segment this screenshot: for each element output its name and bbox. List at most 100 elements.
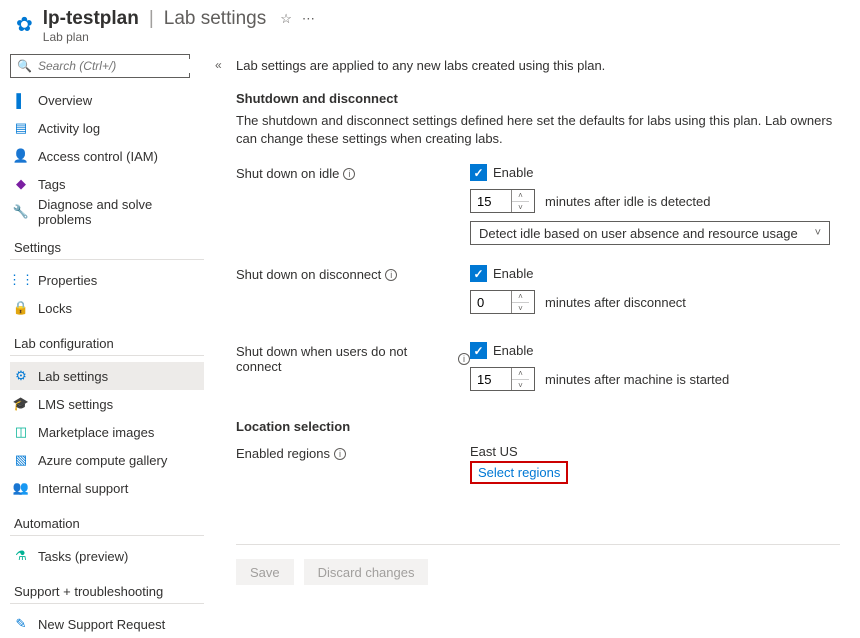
sidebar-item-tasks[interactable]: ⚗ Tasks (preview): [10, 542, 204, 570]
lock-icon: 🔒: [14, 301, 28, 315]
footer-toolbar: Save Discard changes: [236, 544, 840, 585]
resource-type: Lab plan: [43, 30, 844, 44]
sidebar-item-diagnose[interactable]: 🔧 Diagnose and solve problems: [10, 198, 204, 226]
row-shutdown-disconnect: Shut down on disconnect i ✓ Enable ˄ ˅: [236, 265, 840, 322]
noconnect-label: Shut down when users do not connect: [236, 344, 454, 374]
sidebar-item-new-support[interactable]: ✎ New Support Request: [10, 610, 204, 638]
idle-enable-checkbox[interactable]: ✓: [470, 164, 487, 181]
sidebar-label: Overview: [38, 93, 92, 108]
enable-label: Enable: [493, 266, 533, 281]
sidebar-label: Marketplace images: [38, 425, 154, 440]
gallery-icon: ▧: [14, 453, 28, 467]
sidebar-item-internal-support[interactable]: 👥 Internal support: [10, 474, 204, 502]
disconnect-suffix: minutes after disconnect: [545, 295, 686, 310]
gear-icon: ✿: [16, 12, 33, 37]
row-shutdown-noconnect: Shut down when users do not connect i ✓ …: [236, 342, 840, 399]
discard-button[interactable]: Discard changes: [304, 559, 429, 585]
section-lab-config: Lab configuration: [14, 336, 204, 351]
save-button[interactable]: Save: [236, 559, 294, 585]
select-regions-link[interactable]: Select regions: [478, 465, 560, 480]
enable-label: Enable: [493, 343, 533, 358]
section-settings: Settings: [14, 240, 204, 255]
sidebar-label: Properties: [38, 273, 97, 288]
diagnose-icon: 🔧: [14, 205, 28, 219]
sidebar-item-lab-settings[interactable]: ⚙ Lab settings: [10, 362, 204, 390]
sidebar-label: Lab settings: [38, 369, 108, 384]
noconnect-suffix: minutes after machine is started: [545, 372, 729, 387]
sidebar-label: Internal support: [38, 481, 128, 496]
sidebar-label: Azure compute gallery: [38, 453, 167, 468]
log-icon: ▤: [14, 121, 28, 135]
favorite-icon[interactable]: ☆: [280, 11, 292, 27]
info-icon[interactable]: i: [458, 353, 470, 365]
location-heading: Location selection: [236, 419, 840, 434]
spinner-down-icon[interactable]: ˅: [512, 202, 529, 213]
regions-label: Enabled regions: [236, 446, 330, 461]
support-icon: 👥: [14, 481, 28, 495]
spinner-down-icon[interactable]: ˅: [512, 380, 529, 391]
lms-icon: 🎓: [14, 397, 28, 411]
support-request-icon: ✎: [14, 617, 28, 631]
sidebar-label: Tasks (preview): [38, 549, 128, 564]
info-icon[interactable]: i: [385, 269, 397, 281]
row-shutdown-idle: Shut down on idle i ✓ Enable ˄ ˅: [236, 164, 840, 245]
select-regions-highlight: Select regions: [470, 461, 568, 484]
tasks-icon: ⚗: [14, 549, 28, 563]
chevron-down-icon: ˅: [815, 227, 821, 239]
sidebar-item-properties[interactable]: ⋮⋮ Properties: [10, 266, 204, 294]
marketplace-icon: ◫: [14, 425, 28, 439]
disconnect-minutes-input[interactable]: ˄ ˅: [470, 290, 535, 314]
section-support: Support + troubleshooting: [14, 584, 204, 599]
section-automation: Automation: [14, 516, 204, 531]
tags-icon: ◆: [14, 177, 28, 191]
noconnect-minutes-input[interactable]: ˄ ˅: [470, 367, 535, 391]
idle-minutes-input[interactable]: ˄ ˅: [470, 189, 535, 213]
spinner-up-icon[interactable]: ˄: [512, 368, 529, 380]
sidebar-label: Activity log: [38, 121, 100, 136]
resource-name: lp-testplan: [43, 8, 139, 30]
noconnect-enable-checkbox[interactable]: ✓: [470, 342, 487, 359]
disconnect-enable-checkbox[interactable]: ✓: [470, 265, 487, 282]
sidebar-item-marketplace[interactable]: ◫ Marketplace images: [10, 418, 204, 446]
search-input[interactable]: 🔍: [10, 54, 190, 78]
idle-label: Shut down on idle: [236, 166, 339, 181]
intro-text: Lab settings are applied to any new labs…: [236, 58, 840, 73]
settings-icon: ⚙: [14, 369, 28, 383]
sidebar-label: Locks: [38, 301, 72, 316]
sidebar-item-tags[interactable]: ◆ Tags: [10, 170, 204, 198]
sidebar-item-lms[interactable]: 🎓 LMS settings: [10, 390, 204, 418]
enable-label: Enable: [493, 165, 533, 180]
collapse-sidebar-icon[interactable]: «: [215, 58, 222, 72]
shutdown-desc: The shutdown and disconnect settings def…: [236, 112, 840, 148]
properties-icon: ⋮⋮: [14, 273, 28, 287]
sidebar-item-locks[interactable]: 🔒 Locks: [10, 294, 204, 322]
row-enabled-regions: Enabled regions i East US Select regions: [236, 444, 840, 484]
sidebar: 🔍 ▌ Overview ▤ Activity log 👤 Access con…: [0, 48, 212, 606]
shutdown-heading: Shutdown and disconnect: [236, 91, 840, 106]
info-icon[interactable]: i: [334, 448, 346, 460]
sidebar-label: Tags: [38, 177, 65, 192]
sidebar-item-activity-log[interactable]: ▤ Activity log: [10, 114, 204, 142]
idle-detect-select[interactable]: Detect idle based on user absence and re…: [470, 221, 830, 245]
sidebar-label: Diagnose and solve problems: [38, 197, 204, 227]
iam-icon: 👤: [14, 149, 28, 163]
idle-detect-value: Detect idle based on user absence and re…: [479, 226, 798, 241]
regions-value: East US: [470, 444, 840, 459]
sidebar-item-iam[interactable]: 👤 Access control (IAM): [10, 142, 204, 170]
header: ✿ lp-testplan | Lab settings ☆ ⋯ Lab pla…: [0, 0, 860, 48]
search-icon: 🔍: [17, 59, 32, 73]
spinner-up-icon[interactable]: ˄: [512, 190, 529, 202]
sidebar-label: New Support Request: [38, 617, 165, 632]
spinner-up-icon[interactable]: ˄: [512, 291, 529, 303]
overview-icon: ▌: [14, 93, 28, 107]
sidebar-label: LMS settings: [38, 397, 113, 412]
info-icon[interactable]: i: [343, 168, 355, 180]
disconnect-label: Shut down on disconnect: [236, 267, 381, 282]
sidebar-label: Access control (IAM): [38, 149, 158, 164]
sidebar-item-overview[interactable]: ▌ Overview: [10, 86, 204, 114]
more-icon[interactable]: ⋯: [302, 11, 315, 27]
sidebar-item-compute-gallery[interactable]: ▧ Azure compute gallery: [10, 446, 204, 474]
main-content: Lab settings are applied to any new labs…: [212, 48, 860, 606]
spinner-down-icon[interactable]: ˅: [512, 303, 529, 314]
idle-suffix: minutes after idle is detected: [545, 194, 710, 209]
